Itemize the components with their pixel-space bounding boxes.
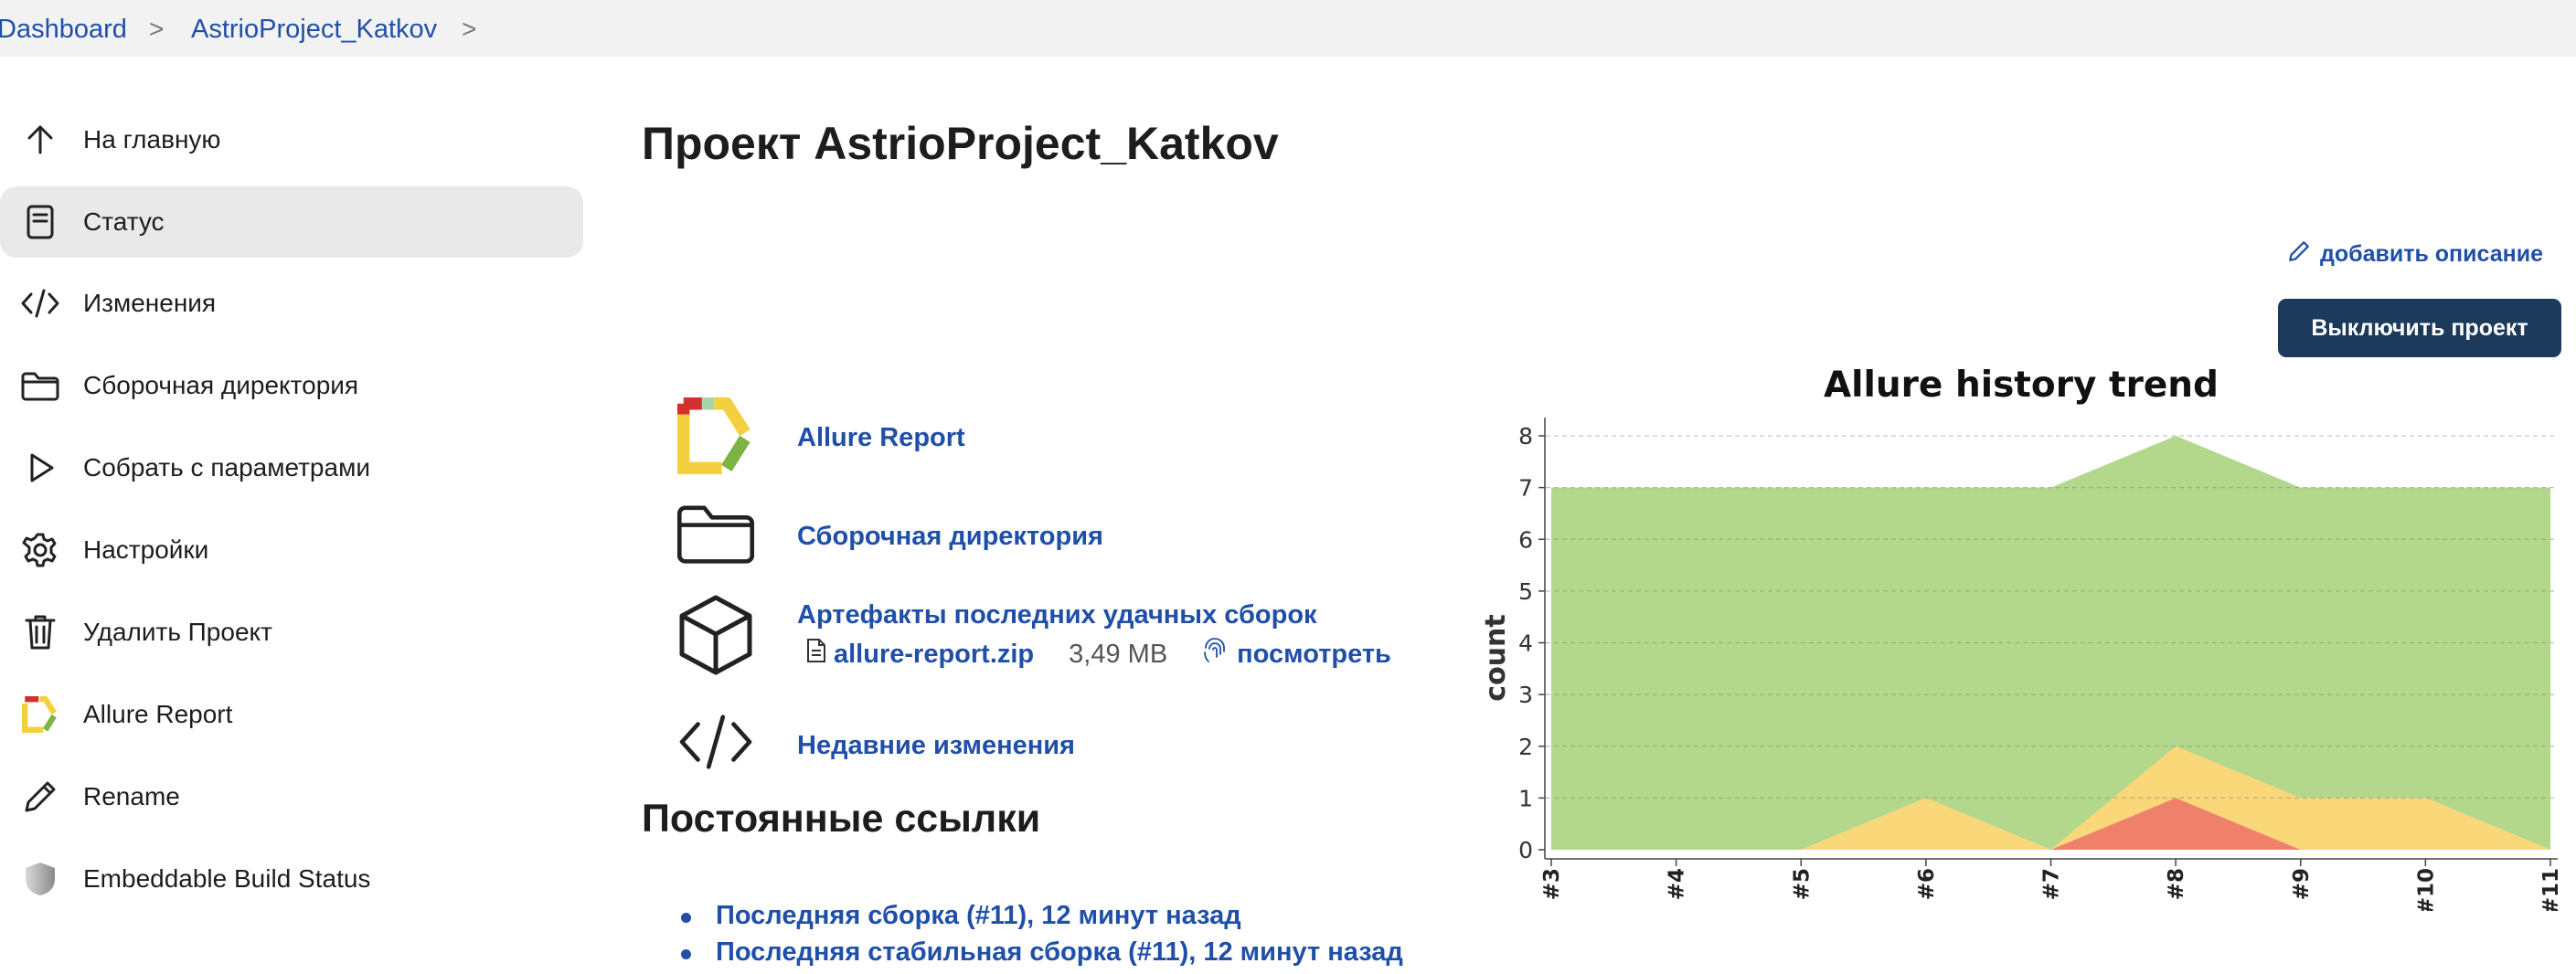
sidebar-item-label: На главную: [83, 125, 221, 154]
sidebar-item-allure-report[interactable]: Allure Report: [0, 679, 583, 750]
pencil-icon: [2287, 239, 2311, 270]
sidebar-item-label: Rename: [83, 782, 180, 810]
artifact-file-link[interactable]: allure-report.zip: [834, 640, 1034, 670]
chart-xtick-label: #8: [2165, 868, 2188, 900]
sidebar-item-delete-project[interactable]: Удалить Проект: [0, 597, 583, 668]
sidebar-item-status[interactable]: Статус: [0, 186, 583, 258]
chart-ytick-label: 2: [1518, 734, 1533, 760]
sidebar-item-label: Изменения: [83, 289, 217, 317]
breadcrumb-dashboard[interactable]: Dashboard: [0, 15, 127, 45]
permalinks-title: Постоянные ссылки: [642, 797, 1041, 841]
sidebar-item-build-with-params[interactable]: Собрать с параметрами: [0, 432, 583, 503]
gear-icon: [20, 530, 60, 570]
sidebar-item-changes[interactable]: Изменения: [0, 268, 583, 339]
chart-xtick-label: #5: [1790, 868, 1814, 900]
allure-logo-icon: [20, 694, 60, 735]
breadcrumb-separator[interactable]: >: [462, 15, 476, 44]
chart-ytick-label: 8: [1518, 423, 1533, 450]
artifact-row: allure-report.zip 3,49 MB посмотреть: [806, 637, 1391, 672]
chart-ytick-label: 4: [1518, 630, 1533, 657]
recent-changes-link[interactable]: Недавние изменения: [797, 731, 1075, 761]
chart-xtick-label: #10: [2414, 868, 2438, 911]
fingerprint-icon[interactable]: [1202, 637, 1228, 672]
allure-history-trend-chart[interactable]: Allure history trend count 0 1 2 3 4 5 6 7 8 #3 #4…: [1463, 352, 2576, 911]
breadcrumb: Dashboard > AstrioProject_Katkov >: [0, 0, 2576, 57]
code-icon: [20, 283, 60, 323]
chart-ytick-label: 3: [1518, 682, 1533, 708]
chart-ytick-label: 7: [1518, 475, 1533, 502]
sidebar-item-label: Удалить Проект: [83, 618, 272, 646]
permalink-item[interactable]: Последняя сборка (#11), 12 минут назад: [681, 901, 1403, 937]
chart-xtick-label: #3: [1540, 868, 1564, 900]
document-icon: [20, 202, 60, 242]
folder-icon: [20, 365, 60, 406]
sidebar-item-label: Настройки: [83, 535, 209, 564]
chart-xtick-label: #4: [1666, 868, 1689, 900]
sidebar-item-label: Allure Report: [83, 700, 233, 728]
chart-ytick-label: 5: [1518, 578, 1533, 605]
chart-ytick-label: 1: [1518, 785, 1533, 811]
chart-ylabel: count: [1480, 614, 1512, 701]
sidebar-item-embeddable-build-status[interactable]: Embeddable Build Status: [0, 843, 583, 915]
disable-project-button[interactable]: Выключить проект: [2278, 299, 2561, 357]
sidebar-item-label: Собрать с параметрами: [83, 453, 370, 482]
chart-title: Allure history trend: [1824, 365, 2219, 406]
arrow-up-icon: [20, 120, 60, 160]
folder-icon: [673, 490, 759, 576]
code-icon: [673, 699, 759, 785]
chart-plot-area: 0 1 2 3 4 5 6 7 8 #3 #4 #5 #6 #7 #8 #9 #10 #11: [1518, 418, 2563, 911]
file-icon: [806, 638, 826, 671]
sidebar-item-label: Статус: [83, 207, 165, 236]
workspace-link[interactable]: Сборочная директория: [797, 522, 1103, 552]
sidebar-item-workspace[interactable]: Сборочная директория: [0, 350, 583, 421]
sidebar-item-settings[interactable]: Настройки: [0, 514, 583, 586]
chart-xtick-label: #7: [2040, 868, 2064, 900]
play-icon: [20, 448, 60, 488]
add-description-label: добавить описание: [2320, 241, 2544, 267]
chart-ytick-label: 0: [1518, 837, 1533, 863]
breadcrumb-project[interactable]: AstrioProject_Katkov: [191, 15, 437, 45]
sidebar-item-rename[interactable]: Rename: [0, 761, 583, 832]
chart-xtick-label: #9: [2290, 868, 2314, 900]
pencil-icon: [20, 777, 60, 817]
breadcrumb-separator: >: [149, 15, 165, 43]
chart-ytick-label: 6: [1518, 526, 1533, 553]
permalink-item[interactable]: Последняя стабильная сборка (#11), 12 ми…: [681, 937, 1403, 974]
allure-logo-icon: [673, 393, 759, 479]
package-icon: [673, 592, 759, 678]
trash-icon: [20, 612, 60, 652]
artifact-size: 3,49 MB: [1069, 639, 1168, 669]
sidebar: На главную Статус Изменения Сборочная ди…: [0, 57, 585, 958]
sidebar-item-home[interactable]: На главную: [0, 104, 583, 175]
chart-xtick-label: #6: [1915, 868, 1939, 900]
shield-icon: [20, 859, 60, 899]
sidebar-item-label: Embeddable Build Status: [83, 864, 371, 893]
chart-xtick-label: #11: [2539, 868, 2563, 911]
permalinks-list: Последняя сборка (#11), 12 минут назад П…: [681, 901, 1403, 974]
page-title: Проект AstrioProject_Katkov: [642, 118, 1279, 169]
sidebar-item-label: Сборочная директория: [83, 371, 359, 399]
artifact-view-link[interactable]: посмотреть: [1237, 640, 1391, 670]
add-description-link[interactable]: добавить описание: [2287, 239, 2543, 270]
last-successful-artifacts-link[interactable]: Артефакты последних удачных сборок: [797, 600, 1317, 630]
allure-report-link[interactable]: Allure Report: [797, 423, 965, 453]
